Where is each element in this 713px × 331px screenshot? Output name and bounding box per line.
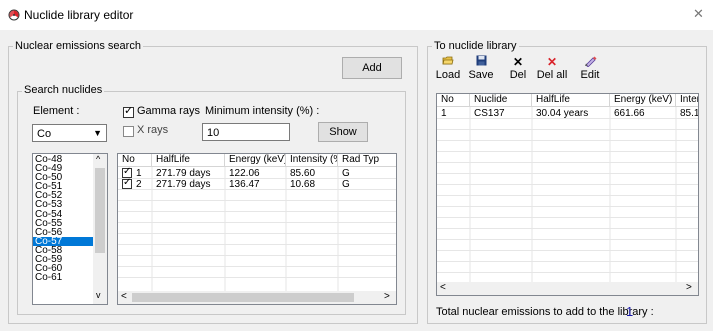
- library-grid-scroll-thumb[interactable]: [451, 284, 631, 293]
- chevron-down-icon[interactable]: ▼: [93, 128, 102, 138]
- column-header[interactable]: Rad Typ: [338, 154, 396, 167]
- column-header[interactable]: Energy (keV): [610, 94, 676, 107]
- total-emissions-count: 1: [626, 304, 634, 319]
- x-rays-label: X rays: [137, 124, 169, 136]
- nuclide-library-legend: To nuclide library: [432, 40, 519, 52]
- floppy-icon: [467, 55, 495, 69]
- row-number: 2: [136, 179, 142, 190]
- emissions-grid[interactable]: No HalfLife Energy (keV) Intensity (%) R…: [117, 153, 397, 305]
- add-button[interactable]: Add: [342, 57, 402, 79]
- row-checkbox[interactable]: ✓: [122, 177, 132, 189]
- checkmark-icon: ✓: [123, 177, 132, 188]
- emissions-grid-scroll-thumb[interactable]: [132, 293, 354, 302]
- delete-all-x-icon: ✕: [546, 55, 558, 69]
- delete-x-icon: ✕: [512, 55, 524, 69]
- library-toolbar: Load Save ✕ Del ✕ Del all Edit: [434, 55, 614, 85]
- app-icon: [8, 9, 20, 21]
- emissions-search-legend: Nuclear emissions search: [13, 40, 143, 52]
- row-number: 1: [136, 168, 142, 179]
- row-energy: 136.47: [229, 179, 260, 190]
- nuclide-list-scrollbar[interactable]: ^ v: [93, 154, 107, 304]
- x-rays-checkbox[interactable]: [123, 126, 134, 137]
- element-select-value: Co: [37, 128, 52, 140]
- close-icon[interactable]: ✕: [693, 6, 704, 22]
- load-label: Load: [435, 69, 461, 81]
- column-header[interactable]: Intensity (%): [286, 154, 338, 167]
- save-label: Save: [468, 69, 494, 81]
- nuclide-list-scroll-thumb[interactable]: [95, 168, 105, 253]
- search-nuclides-legend: Search nuclides: [22, 84, 105, 96]
- row-radtype: G: [342, 168, 350, 179]
- delete-button[interactable]: ✕ Del: [506, 55, 530, 81]
- table-row[interactable]: ✓ 1 271.79 days 122.06 85.60 G: [118, 166, 396, 179]
- element-select[interactable]: Co ▼: [32, 124, 107, 142]
- delete-all-label: Del all: [536, 69, 568, 81]
- row-halflife: 271.79 days: [156, 168, 211, 179]
- min-intensity-value: 10: [207, 127, 220, 139]
- edit-button[interactable]: Edit: [577, 55, 603, 81]
- scroll-left-icon[interactable]: <: [121, 291, 127, 302]
- row-halflife: 271.79 days: [156, 179, 211, 190]
- column-header[interactable]: Energy (keV): [225, 154, 286, 167]
- column-header[interactable]: HalfLife: [532, 94, 610, 107]
- title-bar: Nuclide library editor ✕: [0, 0, 713, 30]
- delete-all-button[interactable]: ✕ Del all: [534, 55, 570, 81]
- library-grid-lines: [437, 107, 698, 282]
- column-header[interactable]: No: [437, 94, 470, 107]
- window-title: Nuclide library editor: [24, 8, 134, 22]
- edit-label: Edit: [580, 69, 600, 81]
- nuclide-list-item[interactable]: Co-61: [33, 273, 93, 283]
- row-intensity: 10.68: [290, 179, 316, 190]
- row-intensity: 85.60: [290, 168, 316, 179]
- scroll-right-icon[interactable]: >: [686, 282, 692, 293]
- column-header[interactable]: Nuclide: [470, 94, 532, 107]
- element-label: Element :: [33, 105, 80, 117]
- nuclide-list[interactable]: Co-48 Co-49 Co-50 Co-51 Co-52 Co-53 Co-54 Co-55…: [32, 153, 108, 305]
- save-button[interactable]: Save: [467, 55, 495, 81]
- table-row[interactable]: 1 CS137 30.04 years 661.66 85.10: [437, 108, 698, 119]
- row-number: 1: [441, 108, 447, 119]
- row-energy: 661.66: [614, 108, 645, 119]
- library-grid[interactable]: No Nuclide HalfLife Energy (keV) Intens …: [436, 93, 699, 296]
- load-button[interactable]: Load: [434, 55, 462, 81]
- scroll-right-icon[interactable]: >: [384, 291, 390, 302]
- row-intensity: 85.10: [680, 108, 699, 119]
- total-emissions-label: Total nuclear emissions to add to the li…: [436, 306, 654, 318]
- row-radtype: G: [342, 179, 350, 190]
- edit-pencil-icon: [577, 55, 603, 69]
- row-energy: 122.06: [229, 168, 260, 179]
- delete-label: Del: [509, 69, 527, 81]
- scroll-left-icon[interactable]: <: [440, 282, 446, 293]
- scroll-down-icon[interactable]: v: [96, 290, 101, 300]
- scroll-up-icon[interactable]: ^: [96, 154, 100, 164]
- gamma-rays-checkbox[interactable]: ✓: [123, 105, 134, 118]
- library-grid-hscrollbar[interactable]: < >: [437, 282, 698, 295]
- checkmark-icon: ✓: [124, 105, 134, 117]
- min-intensity-label: Minimum intensity (%) :: [205, 105, 320, 117]
- folder-icon: [434, 55, 462, 69]
- row-nuclide: CS137: [474, 108, 505, 119]
- gamma-rays-label: Gamma rays: [137, 105, 200, 117]
- row-halflife: 30.04 years: [536, 108, 589, 119]
- column-header[interactable]: Intens: [676, 94, 698, 107]
- column-header[interactable]: HalfLife: [152, 154, 225, 167]
- table-row[interactable]: ✓ 2 271.79 days 136.47 10.68 G: [118, 177, 396, 190]
- show-button[interactable]: Show: [318, 122, 368, 142]
- emissions-grid-hscrollbar[interactable]: < >: [118, 291, 396, 304]
- min-intensity-input[interactable]: 10: [202, 123, 290, 141]
